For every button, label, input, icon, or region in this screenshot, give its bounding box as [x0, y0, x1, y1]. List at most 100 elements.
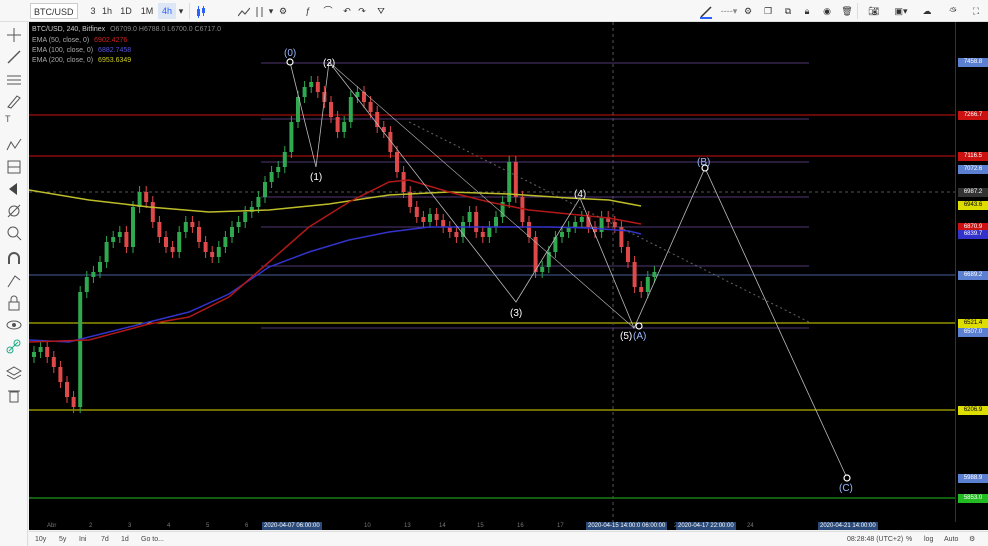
redo-icon[interactable]: ↷: [354, 3, 370, 19]
price-label: 6507.0: [958, 328, 988, 337]
ema200-line: [29, 189, 642, 213]
candle-body: [157, 222, 162, 237]
text-icon[interactable]: T: [5, 114, 23, 132]
chevron-down-icon[interactable]: ▾: [176, 3, 186, 19]
clone-icon[interactable]: ❐: [760, 3, 776, 19]
save-cloud-icon[interactable]: ⛅︎: [943, 3, 963, 19]
candle-body: [197, 227, 201, 242]
candles: [32, 76, 657, 413]
layout-icon[interactable]: ▣▾: [890, 3, 912, 19]
candle-body: [203, 242, 208, 252]
time-scale[interactable]: Abr23456910131415161720212223242020-04-0…: [29, 522, 988, 530]
candle-body: [276, 167, 281, 172]
time-label: Abr: [47, 523, 57, 529]
range-1d[interactable]: 1d: [121, 534, 129, 545]
eye-icon[interactable]: [5, 316, 23, 334]
templates-icon[interactable]: ⛛: [373, 3, 389, 19]
pen-icon[interactable]: [5, 92, 23, 110]
wave-label-0: (0): [284, 48, 296, 59]
candle-body: [78, 292, 83, 407]
gear-icon[interactable]: ⚙: [275, 3, 291, 19]
percent-toggle[interactable]: %: [906, 534, 912, 545]
timeframe-1h[interactable]: 1h: [98, 3, 116, 19]
timeframe-1d[interactable]: 1D: [117, 3, 135, 19]
arrow-left-icon[interactable]: [5, 180, 23, 198]
trash-icon[interactable]: 🗑︎: [840, 3, 854, 19]
candle-body: [421, 217, 426, 222]
zoom-icon[interactable]: [5, 224, 23, 242]
bottom-bar: 10y 5y Ini 7d 1d Go to... 08:28:48 (UTC+…: [29, 531, 988, 546]
candle-body: [540, 267, 545, 272]
eye-icon[interactable]: ◉: [820, 3, 834, 19]
candle-body: [513, 162, 518, 197]
layers-icon[interactable]: [5, 364, 23, 382]
camera-icon[interactable]: 📷︎: [866, 3, 882, 19]
candle-body: [150, 202, 155, 222]
compare-icon[interactable]: [236, 3, 252, 19]
range-5y[interactable]: 5y: [59, 534, 66, 545]
auto-toggle[interactable]: Auto: [944, 534, 958, 545]
line-style-icon[interactable]: ----▾: [717, 3, 741, 19]
pattern-icon[interactable]: [5, 136, 23, 154]
link-icon[interactable]: [5, 338, 23, 356]
trash-icon[interactable]: [5, 386, 23, 404]
range-7d[interactable]: 7d: [101, 534, 109, 545]
range-ini[interactable]: Ini: [79, 534, 86, 545]
candle-body: [395, 152, 399, 172]
candle-body: [32, 352, 36, 357]
chart-canvas[interactable]: (0) (1) (2) (3) (4) (5) (A) (B) (C): [29, 22, 955, 522]
candle-body: [329, 102, 333, 117]
time-label: 24: [747, 523, 754, 529]
price-label: 7458.8: [958, 58, 988, 67]
candle-style-icon[interactable]: [193, 3, 209, 19]
price-label: 7116.5: [958, 152, 988, 161]
gear-icon[interactable]: ⚙: [969, 534, 975, 545]
timeframe-1m[interactable]: 1M: [138, 3, 156, 19]
candle-body: [309, 82, 314, 87]
crosshair-icon[interactable]: [5, 26, 23, 44]
candle-body: [612, 222, 617, 227]
elliott-wave-path: [289, 60, 848, 479]
top-toolbar: BTC/USD 3 1h 1D 1M 4h ▾ ▾ ⚙ ƒ ⌒ ↶ ↷ ⛛ --…: [0, 0, 988, 22]
log-toggle[interactable]: log: [924, 534, 933, 545]
lock-drawings-icon[interactable]: [5, 272, 23, 290]
magnet-icon[interactable]: [5, 250, 23, 268]
range-10y[interactable]: 10y: [35, 534, 46, 545]
candle-body: [216, 247, 221, 257]
price-scale[interactable]: 7458.8 7266.7 7116.5 7072.6 6987.2 6943.6 6870…: [955, 22, 988, 522]
measure-icon[interactable]: [5, 202, 23, 220]
line-color-icon[interactable]: [697, 3, 715, 19]
timeframe-4h[interactable]: 4h: [158, 3, 176, 19]
fib-icon[interactable]: [5, 158, 23, 176]
candle-body: [414, 207, 419, 217]
goto-button[interactable]: Go to...: [141, 534, 164, 545]
candle-body: [428, 214, 432, 222]
fullscreen-icon[interactable]: ⛶: [968, 3, 984, 19]
price-label: 6943.6: [958, 201, 988, 210]
candle-body: [487, 227, 492, 237]
alert-icon[interactable]: ⌒: [320, 3, 336, 19]
candle-body: [335, 117, 340, 132]
lock-icon[interactable]: [5, 294, 23, 312]
copy-icon[interactable]: ⧉: [780, 3, 796, 19]
horizontal-line-icon[interactable]: [5, 70, 23, 88]
wave-label-1: (1): [310, 172, 322, 183]
trendline-icon[interactable]: [5, 48, 23, 66]
candle-body: [626, 247, 630, 262]
undo-icon[interactable]: ↶: [339, 3, 355, 19]
lock-icon[interactable]: 🔒︎: [800, 3, 814, 19]
chart-area[interactable]: BTC/USD, 240, Bitfinex O6709.0 H6788.0 L…: [29, 22, 955, 522]
time-label: 16: [517, 523, 524, 529]
candle-body: [111, 237, 116, 242]
gear-icon[interactable]: ⚙: [741, 3, 755, 19]
candle-body: [164, 237, 168, 247]
symbol-search[interactable]: BTC/USD: [30, 3, 78, 19]
candle-body: [58, 367, 63, 382]
time-label-highlight: 2020-04-15 14:00:00: [586, 522, 646, 530]
candle-body: [289, 122, 294, 152]
time-label: 6: [245, 523, 249, 529]
candle-body: [223, 237, 228, 247]
candle-body: [269, 172, 274, 182]
cloud-icon[interactable]: ☁: [917, 3, 937, 19]
fx-icon[interactable]: ƒ: [300, 3, 316, 19]
